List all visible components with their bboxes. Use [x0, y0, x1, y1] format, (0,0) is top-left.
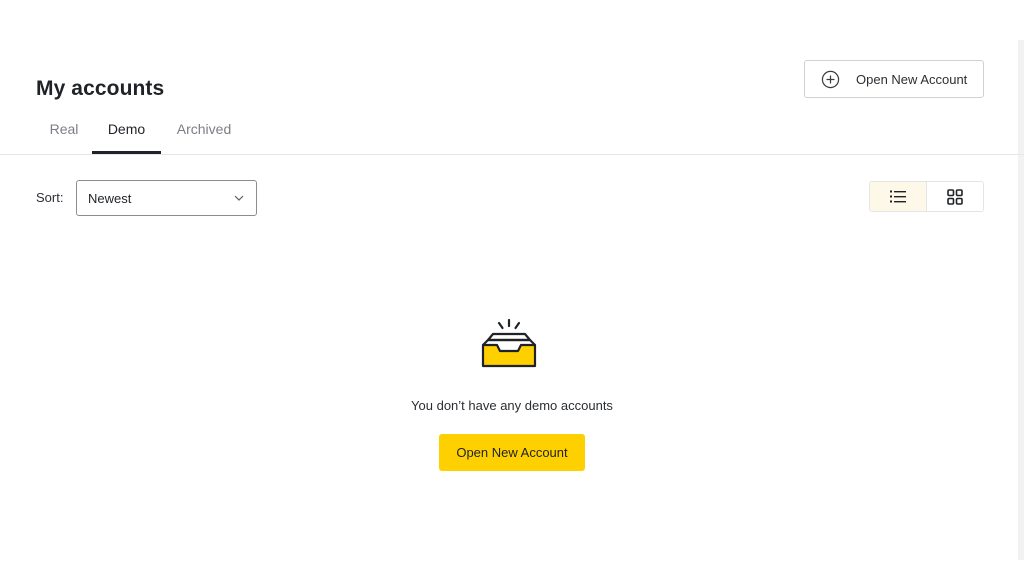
sort-select[interactable]: Newest	[76, 180, 257, 216]
tabs-divider	[0, 154, 1024, 155]
list-view-icon	[889, 190, 906, 203]
empty-inbox-icon	[481, 318, 537, 368]
empty-state-message: You don’t have any demo accounts	[411, 398, 613, 413]
empty-state-cta-wrap: Open New Account	[0, 434, 1024, 471]
tab-real-label: Real	[49, 121, 79, 137]
scrollbar[interactable]	[1018, 40, 1024, 560]
chevron-down-icon	[234, 195, 244, 201]
accounts-page: My accounts Open New Account Real Demo A…	[0, 0, 1024, 576]
grid-view-button[interactable]	[926, 182, 983, 211]
tab-archived-label: Archived	[176, 121, 232, 137]
tab-real[interactable]: Real	[36, 112, 92, 154]
tab-demo[interactable]: Demo	[92, 112, 161, 154]
view-toggle	[869, 181, 984, 212]
grid-view-icon	[946, 188, 963, 205]
sort-label: Sort:	[36, 190, 64, 205]
list-view-button[interactable]	[870, 182, 927, 211]
open-new-account-cta-button[interactable]: Open New Account	[439, 434, 585, 471]
page-title: My accounts	[36, 77, 165, 100]
plus-circle-icon	[821, 70, 840, 88]
tab-demo-label: Demo	[107, 121, 146, 137]
open-new-account-label: Open New Account	[856, 71, 968, 87]
tab-archived[interactable]: Archived	[161, 112, 247, 154]
account-tabs: Real Demo Archived	[36, 112, 247, 154]
sort-value: Newest	[88, 190, 132, 206]
open-new-account-button[interactable]: Open New Account	[804, 60, 984, 98]
